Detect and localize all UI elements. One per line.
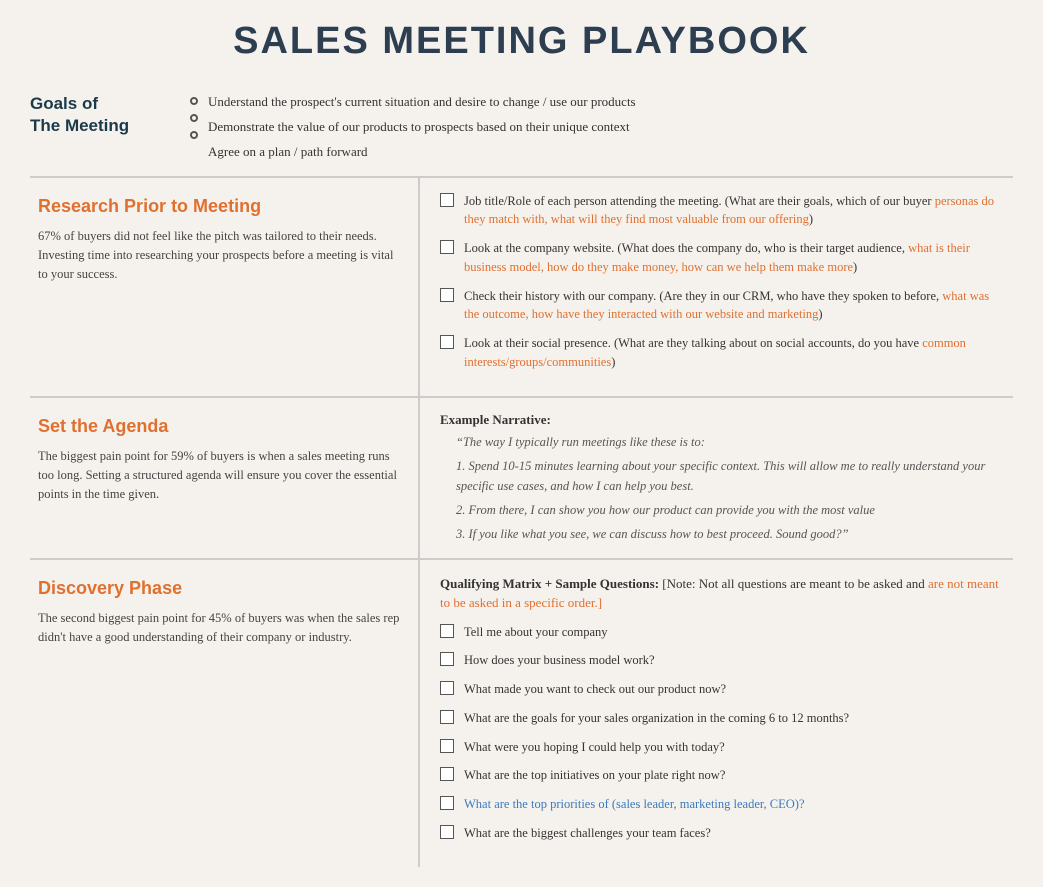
narrative-line-2: 2. From there, I can show you how our pr…: [456, 500, 999, 520]
discovery-check-4: What were you hoping I could help you wi…: [440, 738, 999, 757]
goal-dot-2: [190, 114, 198, 122]
discovery-left: Discovery Phase The second biggest pain …: [30, 560, 420, 867]
discovery-text-5: What are the top initiatives on your pla…: [464, 766, 725, 785]
research-right: Job title/Role of each person attending …: [420, 178, 1013, 396]
discovery-checkbox-6[interactable]: [440, 796, 454, 810]
narrative-line-1: 1. Spend 10-15 minutes learning about yo…: [456, 456, 999, 496]
discovery-text-3: What are the goals for your sales organi…: [464, 709, 849, 728]
discovery-section: Discovery Phase The second biggest pain …: [30, 560, 1013, 867]
goal-item-3: Agree on a plan / path forward: [208, 143, 636, 161]
research-heading: Research Prior to Meeting: [38, 196, 400, 217]
research-check-1: Job title/Role of each person attending …: [440, 192, 999, 230]
page-container: SALES MEETING PLAYBOOK Goals of The Meet…: [0, 0, 1043, 887]
agenda-heading: Set the Agenda: [38, 416, 400, 437]
research-section: Research Prior to Meeting 67% of buyers …: [30, 178, 1013, 398]
research-description: 67% of buyers did not feel like the pitc…: [38, 227, 400, 285]
agenda-left: Set the Agenda The biggest pain point fo…: [30, 398, 420, 558]
discovery-description: The second biggest pain point for 45% of…: [38, 609, 400, 648]
qualifying-plain: [Note: Not all questions are meant to be…: [659, 576, 928, 591]
discovery-check-1: How does your business model work?: [440, 651, 999, 670]
goals-text: Understand the prospect's current situat…: [208, 93, 636, 162]
research-left: Research Prior to Meeting 67% of buyers …: [30, 178, 420, 396]
discovery-text-7: What are the biggest challenges your tea…: [464, 824, 711, 843]
goals-section: Goals of The Meeting Understand the pros…: [30, 85, 1013, 178]
discovery-text-1: How does your business model work?: [464, 651, 655, 670]
goal-dot-1: [190, 97, 198, 105]
discovery-checkbox-2[interactable]: [440, 681, 454, 695]
research-check-text-3: Check their history with our company. (A…: [464, 287, 999, 325]
discovery-check-5: What are the top initiatives on your pla…: [440, 766, 999, 785]
discovery-check-2: What made you want to check out our prod…: [440, 680, 999, 699]
discovery-right: Qualifying Matrix + Sample Questions: [N…: [420, 560, 1013, 867]
discovery-text-2: What made you want to check out our prod…: [464, 680, 726, 699]
agenda-section: Set the Agenda The biggest pain point fo…: [30, 398, 1013, 560]
research-check-text-4: Look at their social presence. (What are…: [464, 334, 999, 372]
research-check-text-1: Job title/Role of each person attending …: [464, 192, 999, 230]
qualifying-header: Qualifying Matrix + Sample Questions: [N…: [440, 574, 999, 613]
goals-dots: [190, 93, 208, 139]
narrative-label: Example Narrative:: [440, 412, 999, 428]
qualifying-bold: Qualifying Matrix + Sample Questions:: [440, 576, 659, 591]
discovery-text-0: Tell me about your company: [464, 623, 608, 642]
goal-dot-3: [190, 131, 198, 139]
checkbox-3[interactable]: [440, 288, 454, 302]
goal-item-2: Demonstrate the value of our products to…: [208, 118, 636, 136]
research-check-2: Look at the company website. (What does …: [440, 239, 999, 277]
goals-label: Goals of The Meeting: [30, 93, 170, 137]
discovery-text-6: What are the top priorities of (sales le…: [464, 795, 805, 814]
agenda-description: The biggest pain point for 59% of buyers…: [38, 447, 400, 505]
discovery-check-3: What are the goals for your sales organi…: [440, 709, 999, 728]
narrative-line-0: “The way I typically run meetings like t…: [456, 432, 999, 452]
discovery-check-6: What are the top priorities of (sales le…: [440, 795, 999, 814]
narrative-line-3: 3. If you like what you see, we can disc…: [456, 524, 999, 544]
research-check-4: Look at their social presence. (What are…: [440, 334, 999, 372]
discovery-check-0: Tell me about your company: [440, 623, 999, 642]
checkbox-1[interactable]: [440, 193, 454, 207]
discovery-heading: Discovery Phase: [38, 578, 400, 599]
discovery-checkbox-5[interactable]: [440, 767, 454, 781]
research-check-text-2: Look at the company website. (What does …: [464, 239, 999, 277]
goals-bullets: Understand the prospect's current situat…: [170, 93, 636, 162]
discovery-checkbox-1[interactable]: [440, 652, 454, 666]
discovery-check-7: What are the biggest challenges your tea…: [440, 824, 999, 843]
discovery-text-4: What were you hoping I could help you wi…: [464, 738, 725, 757]
narrative-quote: “The way I typically run meetings like t…: [440, 432, 999, 544]
page-title: SALES MEETING PLAYBOOK: [30, 20, 1013, 63]
research-check-3: Check their history with our company. (A…: [440, 287, 999, 325]
goal-item-1: Understand the prospect's current situat…: [208, 93, 636, 111]
discovery-checkbox-7[interactable]: [440, 825, 454, 839]
discovery-checkbox-4[interactable]: [440, 739, 454, 753]
checkbox-2[interactable]: [440, 240, 454, 254]
discovery-checkbox-0[interactable]: [440, 624, 454, 638]
agenda-right: Example Narrative: “The way I typically …: [420, 398, 1013, 558]
checkbox-4[interactable]: [440, 335, 454, 349]
